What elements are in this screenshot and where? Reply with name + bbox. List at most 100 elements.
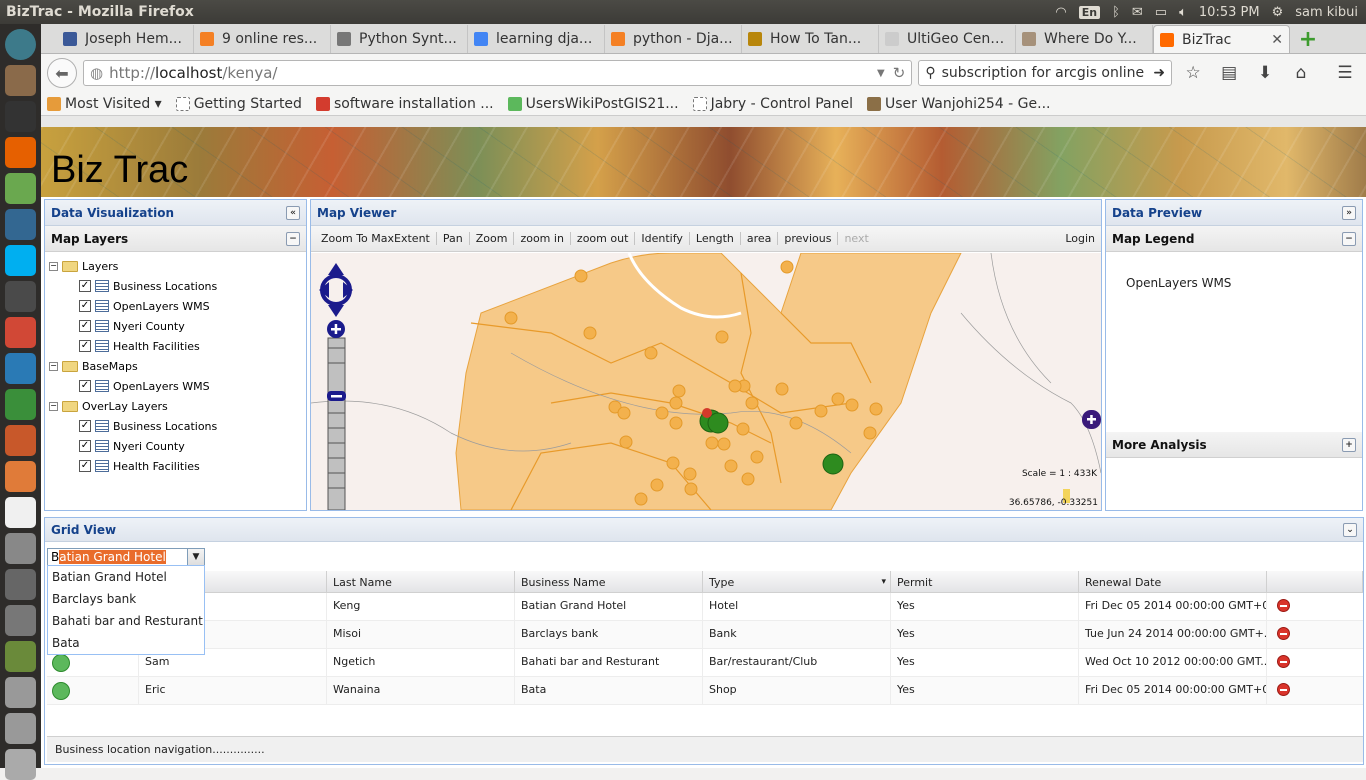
user-name[interactable]: sam kibui: [1295, 5, 1358, 20]
location-marker-icon[interactable]: [52, 654, 70, 672]
calculator-icon[interactable]: [5, 569, 36, 600]
url-text[interactable]: http://localhost/kenya/: [109, 64, 877, 82]
skype-icon[interactable]: [5, 245, 36, 276]
dropdown-option[interactable]: Barclays bank: [48, 588, 204, 610]
table-row[interactable]: Keng Batian Grand Hotel Hotel Yes Fri Dec 05…: [47, 593, 1363, 621]
map-tool-previous[interactable]: previous: [778, 232, 839, 245]
volume-icon[interactable]: 🔈︎: [1179, 5, 1187, 20]
tree-layer[interactable]: ✓ OpenLayers WMS: [49, 376, 306, 396]
battery-icon[interactable]: ▭: [1155, 5, 1167, 20]
layer-checkbox[interactable]: ✓: [79, 380, 91, 392]
menu-icon[interactable]: ☰: [1330, 60, 1360, 86]
tab-2[interactable]: Python Synt...: [331, 25, 468, 53]
url-bar[interactable]: ◍ http://localhost/kenya/ ▼ ↻: [82, 60, 913, 86]
download-icon[interactable]: ⬇: [1250, 60, 1280, 86]
map-tool-area[interactable]: area: [741, 232, 779, 245]
new-tab-button[interactable]: +: [1296, 27, 1320, 52]
collapse-left-icon[interactable]: «: [286, 205, 300, 220]
bookmark-2[interactable]: software installation ...: [315, 96, 494, 112]
table-row[interactable]: Eric Wanaina Bata Shop Yes Fri Dec 05 2014 00…: [47, 677, 1363, 705]
search-input[interactable]: subscription for arcgis online: [942, 65, 1148, 81]
tree-layer[interactable]: ✓ Business Locations: [49, 276, 306, 296]
qgis-icon[interactable]: [5, 173, 36, 204]
map-tool-zoom[interactable]: Zoom: [470, 232, 515, 245]
table-row[interactable]: Misoi Barclays bank Bank Yes Tue Jun 24 2014…: [47, 621, 1363, 649]
table-row[interactable]: Sam Ngetich Bahati bar and Resturant Bar/re…: [47, 649, 1363, 677]
map-tool-pan[interactable]: Pan: [437, 232, 470, 245]
map-canvas[interactable]: Scale = 1 : 433K 36.65786, -0.33251: [311, 253, 1101, 510]
dropdown-option[interactable]: Bata: [48, 632, 204, 654]
map-tool-length[interactable]: Length: [690, 232, 741, 245]
bookmark-5[interactable]: User Wanjohi254 - Ge...: [867, 96, 1050, 112]
bookmark-4[interactable]: Jabry - Control Panel: [692, 96, 853, 112]
clock[interactable]: 10:53 PM: [1199, 5, 1260, 20]
delete-row-icon[interactable]: [1277, 655, 1290, 668]
collapse-right-icon[interactable]: »: [1342, 205, 1356, 220]
home-icon[interactable]: ⌂: [1286, 60, 1316, 86]
layer-checkbox[interactable]: ✓: [79, 320, 91, 332]
sublime-icon[interactable]: [5, 281, 36, 312]
bluetooth-icon[interactable]: ᛒ: [1112, 5, 1120, 20]
map-tool-next[interactable]: next: [838, 232, 874, 245]
drive-icon[interactable]: [5, 677, 36, 708]
impress-icon[interactable]: [5, 425, 36, 456]
zoom-slider[interactable]: [327, 320, 346, 510]
close-tab-icon[interactable]: ✕: [1271, 32, 1283, 48]
reload-icon[interactable]: ↻: [893, 64, 906, 82]
layer-checkbox[interactable]: ✓: [79, 340, 91, 352]
gmail-icon[interactable]: [5, 317, 36, 348]
tree-group[interactable]: − BaseMaps: [49, 356, 306, 376]
gear-icon[interactable]: ⚙: [1272, 5, 1284, 20]
business-search-combo[interactable]: Batian Grand Hotel ▼: [47, 548, 205, 566]
tab-3[interactable]: learning dja...: [468, 25, 605, 53]
login-button[interactable]: Login: [1059, 232, 1101, 245]
column-header-4[interactable]: Type ▾: [703, 571, 891, 593]
map-tool-zoom-to-maxextent[interactable]: Zoom To MaxExtent: [315, 232, 437, 245]
column-header-2[interactable]: Last Name: [327, 571, 515, 593]
minimize-icon[interactable]: −: [286, 231, 300, 246]
combo-input[interactable]: Batian Grand Hotel: [48, 550, 187, 564]
tree-layer[interactable]: ✓ Business Locations: [49, 416, 306, 436]
sort-menu-icon[interactable]: ▾: [881, 577, 886, 587]
back-button[interactable]: ⬅: [47, 58, 77, 88]
amazon-icon[interactable]: [5, 497, 36, 528]
map-tool-identify[interactable]: Identify: [635, 232, 690, 245]
location-marker-icon[interactable]: [52, 682, 70, 700]
map-tool-zoom-out[interactable]: zoom out: [571, 232, 636, 245]
tab-7[interactable]: Where Do Y...: [1016, 25, 1153, 53]
tab-5[interactable]: How To Tan...: [742, 25, 879, 53]
tree-layer[interactable]: ✓ Nyeri County: [49, 436, 306, 456]
layer-checkbox[interactable]: ✓: [79, 420, 91, 432]
collapse-down-icon[interactable]: ⌄: [1343, 522, 1357, 537]
tree-group[interactable]: − Layers: [49, 256, 306, 276]
dropdown-arrow-icon[interactable]: ▼: [877, 68, 885, 79]
search-go-icon[interactable]: ➜: [1153, 65, 1165, 81]
layer-switcher-icon[interactable]: [1082, 410, 1101, 429]
dropdown-option[interactable]: Batian Grand Hotel: [48, 566, 204, 588]
writer-icon[interactable]: [5, 353, 36, 384]
terminal-icon[interactable]: [5, 101, 36, 132]
collapse-toggle-icon[interactable]: −: [49, 401, 58, 411]
map-svg[interactable]: [311, 253, 1101, 510]
combo-trigger-icon[interactable]: ▼: [187, 549, 204, 565]
trash-icon[interactable]: [5, 749, 36, 780]
firefox-icon[interactable]: [5, 137, 36, 168]
mail-icon[interactable]: ✉: [1132, 5, 1143, 20]
tree-layer[interactable]: ✓ OpenLayers WMS: [49, 296, 306, 316]
software-center-icon[interactable]: [5, 461, 36, 492]
tab-1[interactable]: 9 online res...: [194, 25, 331, 53]
layer-checkbox[interactable]: ✓: [79, 440, 91, 452]
dash-icon[interactable]: [5, 29, 36, 60]
column-header-3[interactable]: Business Name: [515, 571, 703, 593]
dropdown-option[interactable]: Bahati bar and Resturant: [48, 610, 204, 632]
delete-row-icon[interactable]: [1277, 683, 1290, 696]
delete-row-icon[interactable]: [1277, 627, 1290, 640]
tab-4[interactable]: python - Dja...: [605, 25, 742, 53]
column-header-7[interactable]: [1267, 571, 1363, 593]
bookmark-0[interactable]: Most Visited ▾: [47, 96, 162, 112]
column-header-6[interactable]: Renewal Date: [1079, 571, 1267, 593]
bookmark-1[interactable]: Getting Started: [175, 96, 302, 112]
keyboard-language-indicator[interactable]: En: [1078, 5, 1101, 19]
column-header-5[interactable]: Permit: [891, 571, 1079, 593]
files-icon[interactable]: [5, 65, 36, 96]
